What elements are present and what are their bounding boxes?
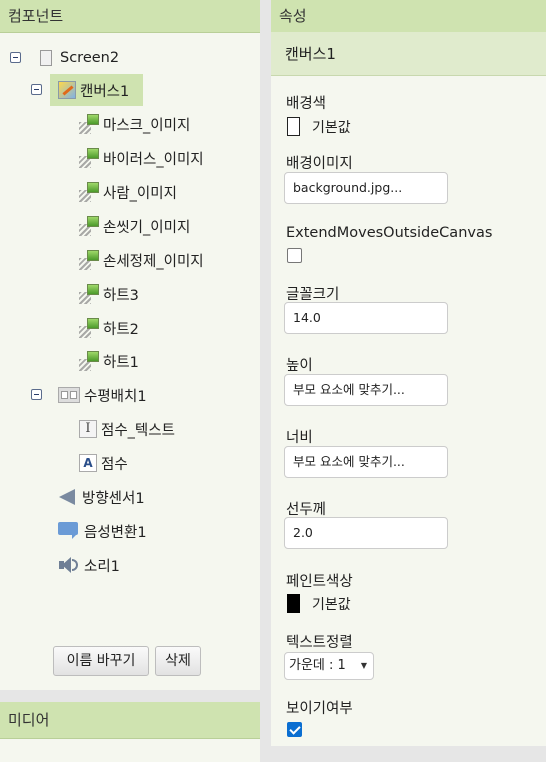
paint-color-label: 페인트색상: [286, 574, 353, 590]
tree-item-sprite[interactable]: 사람_이미지: [79, 177, 177, 207]
tree-item-label: 수평배치1: [84, 388, 147, 405]
tree-item-label: Screen2: [60, 50, 120, 66]
tree-item-sprite[interactable]: 손씻기_이미지: [79, 211, 190, 241]
background-color-label: 배경색: [286, 96, 327, 112]
tree-item-textbox[interactable]: I 점수_텍스트: [79, 414, 175, 444]
tree-item-sprite[interactable]: 하트2: [79, 313, 139, 343]
properties-panel-title: 속성: [271, 0, 546, 33]
tree-item-label: 사람_이미지: [103, 185, 177, 202]
tree-item-label: 하트1: [103, 354, 139, 371]
media-panel-title: 미디어: [0, 702, 260, 739]
canvas-icon: [58, 81, 76, 99]
collapse-hbox-toggle[interactable]: [31, 389, 42, 400]
tree-item-label: 소리1: [84, 558, 120, 575]
tree-item-tts[interactable]: 음성변환1: [58, 516, 147, 546]
speaker-icon: [58, 556, 80, 574]
tree-item-label: 방향센서1: [82, 490, 145, 507]
delete-button[interactable]: 삭제: [155, 646, 201, 676]
image-sprite-icon: [79, 182, 99, 202]
image-sprite-icon: [79, 284, 99, 304]
extend-moves-checkbox[interactable]: [287, 248, 302, 263]
text-to-speech-icon: [58, 522, 80, 540]
tree-item-label: 점수: [101, 456, 128, 473]
tree-item-label: 점수_텍스트: [101, 422, 175, 439]
font-size-label: 글꼴크기: [286, 287, 340, 303]
media-panel: 미디어: [0, 702, 260, 762]
line-width-field[interactable]: 2.0: [284, 517, 448, 549]
tree-item-sprite[interactable]: 마스크_이미지: [79, 109, 190, 139]
tree-item-canvas[interactable]: 캔버스1: [58, 75, 129, 105]
background-color-value[interactable]: 기본값: [312, 117, 351, 137]
tree-item-label: 하트2: [103, 321, 139, 338]
extend-moves-label: ExtendMovesOutsideCanvas: [286, 225, 493, 241]
tree-item-sprite[interactable]: 하트1: [79, 346, 139, 376]
image-sprite-icon: [79, 148, 99, 168]
tree-item-sprite[interactable]: 바이러스_이미지: [79, 143, 204, 173]
textbox-icon: I: [79, 420, 97, 438]
visible-label: 보이기여부: [286, 701, 353, 717]
tree-item-label: 음성변환1: [84, 524, 147, 541]
background-image-field[interactable]: background.jpg...: [284, 172, 448, 204]
tree-item-sprite[interactable]: 손세정제_이미지: [79, 245, 204, 275]
image-sprite-icon: [79, 114, 99, 134]
tree-item-label: 캔버스1: [80, 83, 130, 100]
components-panel: 컴포넌트 Screen2 캔버스1 마스크_이미지 바이러스_이미지 사람_이미…: [0, 0, 260, 690]
collapse-canvas-toggle[interactable]: [31, 84, 42, 95]
rename-button[interactable]: 이름 바꾸기: [53, 646, 149, 676]
tree-item-label: 바이러스_이미지: [103, 151, 204, 168]
screen-icon: [40, 50, 52, 66]
width-label: 너비: [286, 430, 313, 446]
text-alignment-select[interactable]: 가운데 : 1 ▼: [284, 652, 374, 680]
background-image-label: 배경이미지: [286, 156, 353, 172]
orientation-sensor-icon: [58, 488, 78, 506]
dropdown-arrow-icon: ▼: [360, 661, 367, 670]
tree-item-hbox[interactable]: 수평배치1: [58, 380, 147, 410]
text-alignment-label: 텍스트정렬: [286, 635, 353, 651]
background-color-swatch[interactable]: [287, 117, 300, 136]
tree-item-label: 손씻기_이미지: [103, 219, 191, 236]
horizontal-arrangement-icon: [58, 387, 80, 403]
image-sprite-icon: [79, 318, 99, 338]
visible-checkbox[interactable]: [287, 722, 302, 737]
selected-component-name: 캔버스1: [271, 32, 546, 76]
paint-color-value[interactable]: 기본값: [312, 594, 351, 614]
height-field[interactable]: 부모 요소에 맞추기...: [284, 374, 448, 406]
width-field[interactable]: 부모 요소에 맞추기...: [284, 446, 448, 478]
tree-item-label: 손세정제_이미지: [103, 253, 204, 270]
image-sprite-icon: [79, 250, 99, 270]
tree-item-sprite[interactable]: 하트3: [79, 279, 139, 309]
paint-color-swatch[interactable]: [287, 594, 300, 613]
tree-item-label: 하트3: [103, 287, 139, 304]
collapse-screen-toggle[interactable]: [10, 52, 21, 63]
label-icon: A: [79, 454, 97, 472]
tree-item-screen[interactable]: Screen2: [40, 43, 119, 73]
tree-item-sound[interactable]: 소리1: [58, 550, 120, 580]
tree-item-label-component[interactable]: A 점수: [79, 448, 128, 478]
image-sprite-icon: [79, 351, 99, 371]
height-label: 높이: [286, 358, 313, 374]
image-sprite-icon: [79, 216, 99, 236]
tree-item-label: 마스크_이미지: [103, 117, 191, 134]
tree-item-orientation-sensor[interactable]: 방향센서1: [58, 482, 145, 512]
font-size-field[interactable]: 14.0: [284, 302, 448, 334]
properties-panel: 속성 캔버스1 배경색 기본값 배경이미지 background.jpg... …: [271, 0, 546, 746]
text-alignment-value: 가운데 : 1: [289, 658, 346, 673]
line-width-label: 선두께: [286, 502, 327, 518]
components-panel-title: 컴포넌트: [0, 0, 260, 33]
